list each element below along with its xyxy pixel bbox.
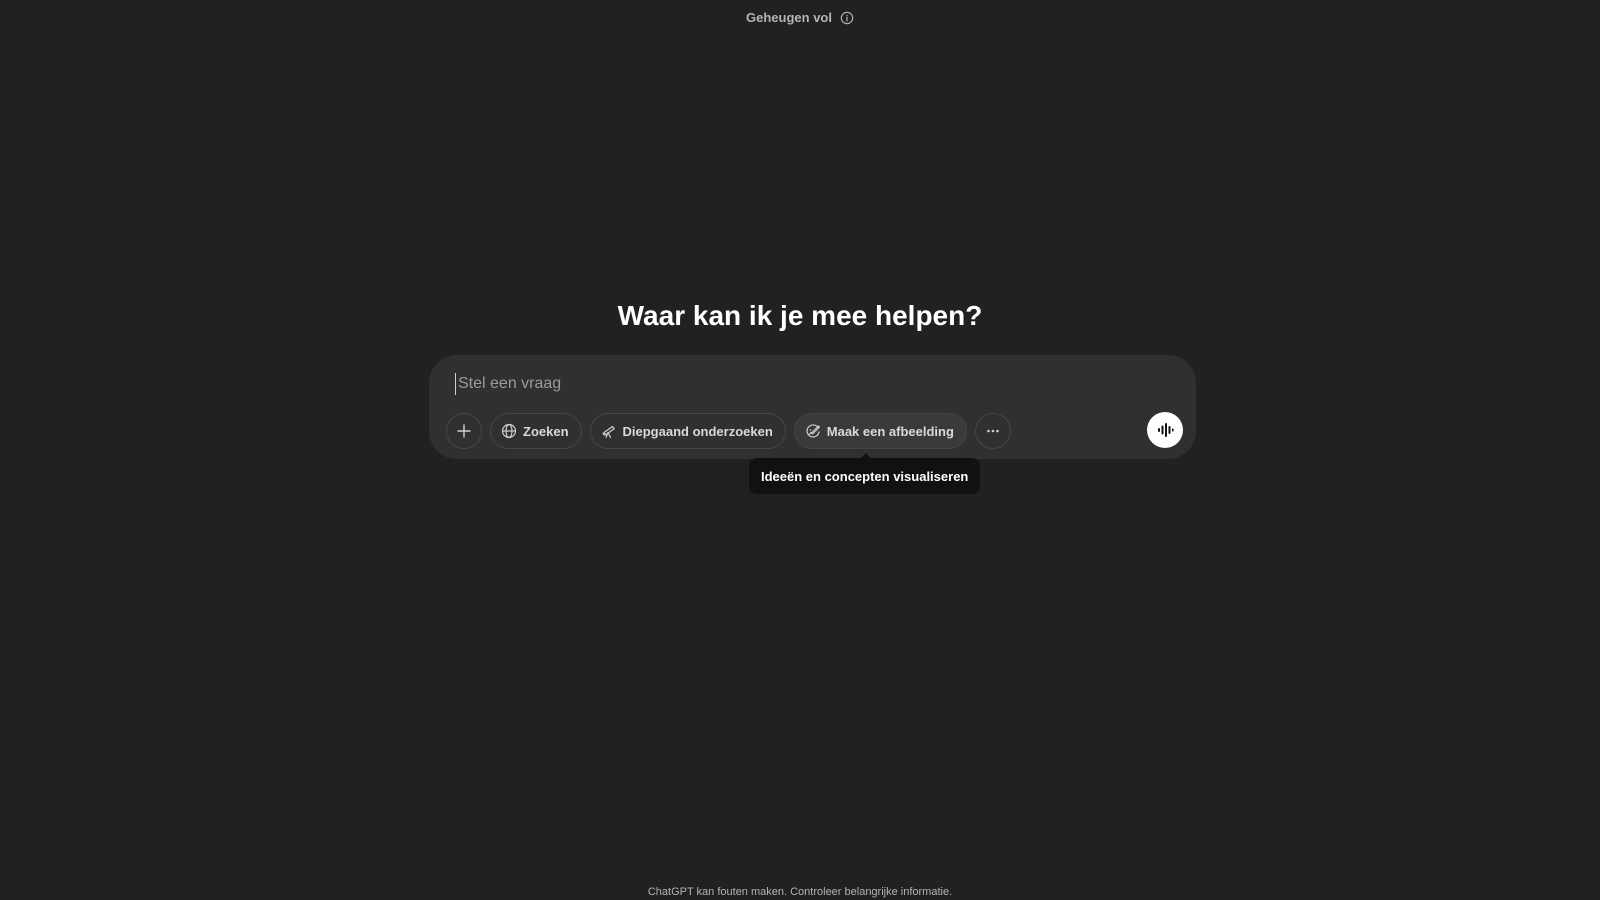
footer-disclaimer: ChatGPT kan fouten maken. Controleer bel… xyxy=(647,886,953,898)
composer-toolbar: Zoeken Diepgaand onderzoeken Maak een af… xyxy=(446,413,1011,449)
chat-page: Geheugen vol Waar kan ik je mee helpen? xyxy=(0,0,1600,900)
tooltip-text: Ideeën en concepten visualiseren xyxy=(761,468,969,484)
voice-mode-button[interactable] xyxy=(1147,412,1183,448)
composer: Zoeken Diepgaand onderzoeken M xyxy=(429,355,1196,459)
create-image-tooltip: Ideeën en concepten visualiseren xyxy=(749,453,981,494)
add-button[interactable] xyxy=(446,413,482,449)
create-image-button-label: Maak een afbeelding xyxy=(826,423,954,439)
deep-research-button[interactable]: Diepgaand onderzoeken xyxy=(589,413,786,449)
create-image-button[interactable]: Maak een afbeelding xyxy=(793,413,967,449)
more-tools-button[interactable] xyxy=(974,413,1011,449)
search-button-label: Zoeken xyxy=(523,423,569,439)
tooltip-arrow xyxy=(861,453,871,458)
search-button[interactable]: Zoeken xyxy=(490,413,582,449)
telescope-icon xyxy=(601,425,615,439)
memory-status[interactable]: Geheugen vol xyxy=(0,10,1600,25)
ellipsis-icon xyxy=(987,429,999,433)
image-brush-icon xyxy=(806,424,820,438)
prompt-input[interactable] xyxy=(455,373,1158,395)
voice-waveform-icon xyxy=(1158,423,1174,437)
info-icon[interactable] xyxy=(840,11,854,25)
page-title: Waar kan ik je mee helpen? xyxy=(617,300,983,331)
deep-research-button-label: Diepgaand onderzoeken xyxy=(622,423,773,439)
memory-status-label: Geheugen vol xyxy=(746,10,832,25)
globe-icon xyxy=(501,423,517,439)
plus-icon xyxy=(457,424,471,438)
